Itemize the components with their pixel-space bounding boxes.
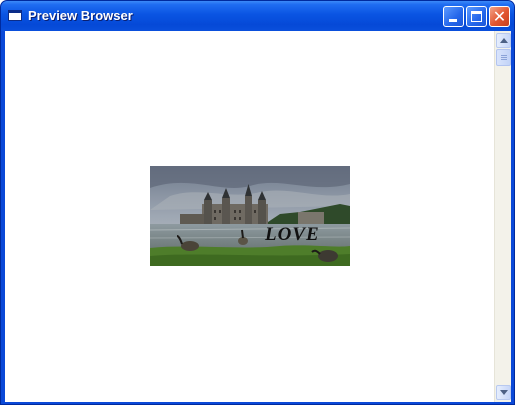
title-bar[interactable]: Preview Browser ✕ [1, 1, 514, 31]
window-icon [8, 10, 22, 21]
arrow-up-icon [500, 38, 508, 43]
close-icon: ✕ [492, 7, 507, 26]
scroll-thumb[interactable] [496, 49, 511, 66]
minimize-button[interactable] [443, 6, 464, 27]
maximize-icon [471, 11, 482, 22]
window-title: Preview Browser [28, 8, 133, 23]
vertical-scrollbar[interactable] [494, 31, 511, 402]
thumb-grip-line [501, 59, 507, 60]
maximize-button[interactable] [466, 6, 487, 27]
preview-browser-window: Preview Browser ✕ LOVE [0, 0, 515, 405]
close-button[interactable]: ✕ [489, 6, 510, 27]
castle-photo: LOVE [150, 166, 350, 266]
browser-content: LOVE [5, 31, 511, 402]
scroll-down-button[interactable] [496, 385, 511, 400]
thumb-grip-line [501, 55, 507, 56]
scroll-up-button[interactable] [496, 33, 511, 48]
photo-caption: LOVE [265, 224, 320, 245]
arrow-down-icon [500, 390, 508, 395]
thumb-grip-line [501, 57, 507, 58]
minimize-icon [449, 19, 457, 22]
castle-photo-image [150, 166, 350, 266]
